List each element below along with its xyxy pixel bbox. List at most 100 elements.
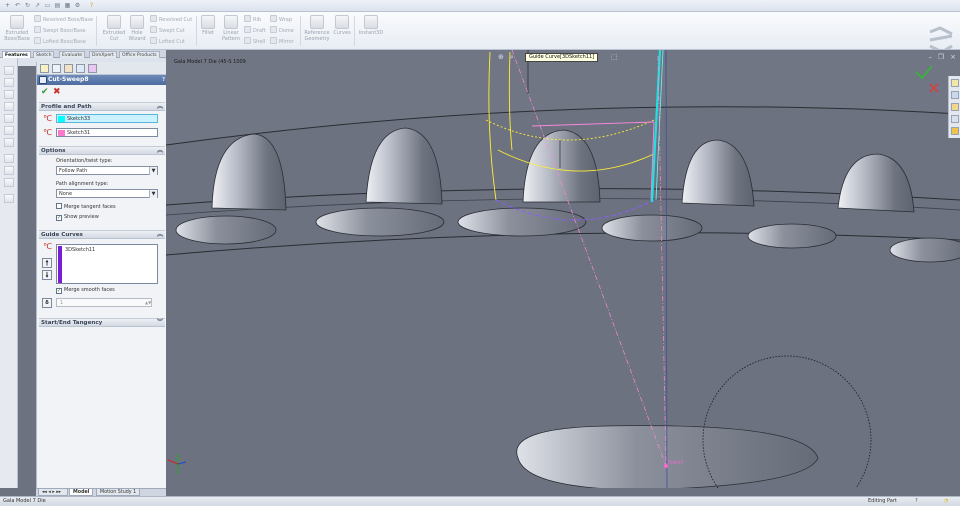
strip-tool-icon[interactable] <box>4 114 14 123</box>
dome-button[interactable]: Dome <box>270 26 294 35</box>
path-field[interactable]: Sketch31 <box>56 128 158 137</box>
shell-icon <box>244 37 251 44</box>
select-icon[interactable]: ↗ <box>34 2 41 9</box>
strip-tool-icon[interactable] <box>4 178 14 187</box>
strip-tool-icon[interactable] <box>4 154 14 163</box>
new-document-icon[interactable]: + <box>4 2 11 9</box>
section-start-end-tangency[interactable]: Start/End Tangency ︾ <box>39 318 165 327</box>
collapse-chevron-icon[interactable]: ︽ <box>157 103 163 111</box>
hole-wizard-icon <box>130 15 144 29</box>
extruded-boss-button[interactable]: Extruded Boss/Base <box>2 15 32 42</box>
section-options[interactable]: Options ︽ <box>39 146 165 155</box>
cancel-icon[interactable]: ✖ <box>53 88 61 97</box>
strip-tool-icon[interactable] <box>4 138 14 147</box>
guide-curve-item[interactable]: 3DSketch11 <box>65 247 95 253</box>
chevron-down-icon[interactable]: ▼ <box>149 167 157 175</box>
tab-office-products[interactable]: Office Products <box>119 51 160 58</box>
rebuild-status-icon[interactable]: ◔ <box>944 497 948 506</box>
lofted-cut-button[interactable]: Lofted Cut <box>150 37 185 46</box>
linear-pattern-button[interactable]: Linear Pattern <box>218 15 244 42</box>
move-up-button[interactable]: 🠕 <box>42 258 52 268</box>
tab-sketch[interactable]: Sketch <box>33 51 55 58</box>
strip-tool-icon[interactable] <box>4 102 14 111</box>
help-icon[interactable]: ? <box>915 497 918 506</box>
section-guide-curves[interactable]: Guide Curves ︽ <box>39 230 165 239</box>
strip-tool-icon[interactable] <box>4 166 14 175</box>
zoom-area-icon[interactable]: ⌕ <box>510 53 514 62</box>
strip-tool-icon[interactable] <box>4 90 14 99</box>
fillet-button[interactable]: Fillet <box>196 15 220 36</box>
file-explorer-icon[interactable] <box>951 103 959 111</box>
dimxpert-manager-tab-icon[interactable] <box>76 64 85 73</box>
revolved-boss-button[interactable]: Revolved Boss/Base <box>34 15 93 24</box>
tab-scroll-arrows[interactable]: ◂◂ ◂ ▸ ▸▸ <box>38 489 68 496</box>
alignment-select[interactable]: None ▼ <box>56 189 158 198</box>
property-manager-tab-icon[interactable] <box>52 64 61 73</box>
view-orientation-icon[interactable]: ⬚ <box>611 53 618 61</box>
rib-button[interactable]: Rib <box>244 15 261 24</box>
mirror-button[interactable]: Mirror <box>270 37 294 46</box>
reference-geometry-button[interactable]: Reference Geometry <box>302 15 332 42</box>
save-icon[interactable]: ▭ <box>44 2 51 9</box>
print-icon[interactable]: ▤ <box>54 2 61 9</box>
swept-cut-button[interactable]: Swept Cut <box>150 26 185 35</box>
curves-button[interactable]: Curves <box>330 15 354 36</box>
lofted-boss-button[interactable]: Lofted Boss/Base <box>34 37 86 46</box>
draft-label: Draft <box>253 28 266 34</box>
rebuild-icon[interactable]: ↻ <box>24 2 31 9</box>
strip-tool-icon[interactable] <box>4 126 14 135</box>
check-icon[interactable]: ✔ <box>41 88 49 97</box>
hole-wizard-button[interactable]: Hole Wizard <box>124 15 150 42</box>
merge-smooth-checkbox[interactable]: ✓ Merge smooth faces <box>56 287 115 294</box>
show-sections-button[interactable]: δ <box>42 298 52 308</box>
view-palette-icon[interactable] <box>951 115 959 123</box>
section-profile-path[interactable]: Profile and Path ︽ <box>39 102 165 111</box>
checkbox-checked-icon[interactable]: ✓ <box>56 288 62 294</box>
tab-evaluate[interactable]: Evaluate <box>59 51 86 58</box>
tab-features[interactable]: Features <box>2 51 31 58</box>
options-gear-icon[interactable]: ⚙ <box>74 2 81 9</box>
undo-icon[interactable]: ↶ <box>14 2 21 9</box>
minimize-icon[interactable]: – <box>929 53 933 61</box>
checkbox-checked-icon[interactable]: ✓ <box>56 215 62 221</box>
profile-field[interactable]: Sketch33 <box>56 114 158 123</box>
merge-tangent-checkbox[interactable]: Merge tangent faces <box>56 203 116 211</box>
revolved-cut-button[interactable]: Revolved Cut <box>150 15 192 24</box>
wrap-button[interactable]: Wrap <box>270 15 292 24</box>
show-preview-checkbox[interactable]: ✓ Show preview <box>56 214 99 221</box>
tab-dimxpert[interactable]: DimXpert <box>89 51 117 58</box>
swept-boss-button[interactable]: Swept Boss/Base <box>34 26 86 35</box>
options-icon[interactable]: ▦ <box>64 2 71 9</box>
feature-manager-tab-icon[interactable] <box>40 64 49 73</box>
strip-tool-icon[interactable] <box>4 78 14 87</box>
zoom-icon[interactable]: ⊕ <box>498 53 504 61</box>
shell-button[interactable]: Shell <box>244 37 265 46</box>
help-icon[interactable]: ? <box>88 2 95 9</box>
configuration-manager-tab-icon[interactable] <box>64 64 73 73</box>
restore-icon[interactable]: ❐ <box>938 53 944 61</box>
collapse-chevron-icon[interactable]: ︽ <box>157 147 163 155</box>
strip-tool-icon[interactable] <box>4 194 14 203</box>
draft-button[interactable]: Draft <box>244 26 266 35</box>
spinner-arrows-icon[interactable]: ▲▼ <box>145 299 151 307</box>
help-icon[interactable]: ? <box>162 75 165 85</box>
tab-motion-study[interactable]: Motion Study 1 <box>96 489 141 496</box>
chevron-down-icon[interactable]: ▼ <box>149 190 157 198</box>
expand-chevron-icon[interactable]: ︾ <box>157 319 163 327</box>
strip-tool-icon[interactable] <box>4 66 14 75</box>
section-spinner[interactable]: 1 ▲▼ <box>56 298 152 307</box>
close-icon[interactable]: × <box>950 53 956 61</box>
tab-model[interactable]: Model <box>69 489 94 496</box>
instant3d-button[interactable]: Instant3D <box>356 15 386 36</box>
checkbox-box[interactable] <box>56 203 62 209</box>
appearances-icon[interactable] <box>951 127 959 135</box>
resources-icon[interactable] <box>951 79 959 87</box>
design-library-icon[interactable] <box>951 91 959 99</box>
display-manager-tab-icon[interactable] <box>88 64 97 73</box>
move-down-button[interactable]: 🠗 <box>42 270 52 280</box>
guide-curves-list[interactable]: 3DSketch11 <box>56 244 158 284</box>
reference-geometry-label: Reference Geometry <box>304 30 330 42</box>
collapse-chevron-icon[interactable]: ︽ <box>157 231 163 239</box>
orientation-select[interactable]: Follow Path ▼ <box>56 166 158 175</box>
graphics-viewport[interactable]: Gala Model 7 Die (45-S 1009 ⊕ ⌕ Guide Cu… <box>166 50 960 488</box>
